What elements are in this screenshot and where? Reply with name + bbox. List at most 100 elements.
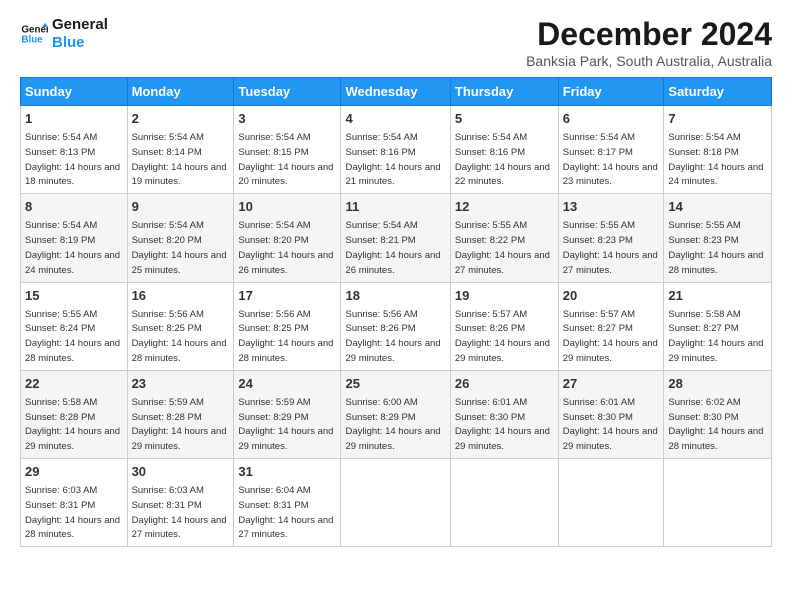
calendar-cell: 20 Sunrise: 5:57 AMSunset: 8:27 PMDayligh…	[558, 282, 664, 370]
calendar-cell: 3 Sunrise: 5:54 AMSunset: 8:15 PMDaylight…	[234, 106, 341, 194]
day-number: 23	[132, 375, 230, 393]
calendar-cell: 23 Sunrise: 5:59 AMSunset: 8:28 PMDayligh…	[127, 370, 234, 458]
day-detail: Sunrise: 5:55 AMSunset: 8:24 PMDaylight:…	[25, 309, 120, 364]
calendar-cell: 4 Sunrise: 5:54 AMSunset: 8:16 PMDaylight…	[341, 106, 450, 194]
calendar-cell	[664, 459, 772, 547]
day-number: 14	[668, 198, 767, 216]
calendar-cell: 13 Sunrise: 5:55 AMSunset: 8:23 PMDayligh…	[558, 194, 664, 282]
day-number: 12	[455, 198, 554, 216]
calendar-cell: 9Sunrise: 5:54 AMSunset: 8:20 PMDaylight…	[127, 194, 234, 282]
day-number: 31	[238, 463, 336, 481]
day-number: 26	[455, 375, 554, 393]
calendar-cell: 15 Sunrise: 5:55 AMSunset: 8:24 PMDayligh…	[21, 282, 128, 370]
calendar-cell: 14 Sunrise: 5:55 AMSunset: 8:23 PMDayligh…	[664, 194, 772, 282]
day-detail: Sunrise: 5:54 AMSunset: 8:15 PMDaylight:…	[238, 132, 333, 187]
calendar-cell: 27 Sunrise: 6:01 AMSunset: 8:30 PMDayligh…	[558, 370, 664, 458]
day-number: 5	[455, 110, 554, 128]
month-title: December 2024	[526, 16, 772, 53]
day-detail: Sunrise: 5:54 AMSunset: 8:16 PMDaylight:…	[455, 132, 550, 187]
calendar-cell: 26Sunrise: 6:01 AMSunset: 8:30 PMDayligh…	[450, 370, 558, 458]
calendar-cell: 25Sunrise: 6:00 AMSunset: 8:29 PMDayligh…	[341, 370, 450, 458]
calendar-cell: 2Sunrise: 5:54 AMSunset: 8:14 PMDaylight…	[127, 106, 234, 194]
calendar-cell: 1 Sunrise: 5:54 AMSunset: 8:13 PMDaylight…	[21, 106, 128, 194]
day-number: 17	[238, 287, 336, 305]
location-title: Banksia Park, South Australia, Australia	[526, 53, 772, 69]
calendar-cell: 24 Sunrise: 5:59 AMSunset: 8:29 PMDayligh…	[234, 370, 341, 458]
calendar-cell: 7Sunrise: 5:54 AMSunset: 8:18 PMDaylight…	[664, 106, 772, 194]
calendar-cell: 31 Sunrise: 6:04 AMSunset: 8:31 PMDayligh…	[234, 459, 341, 547]
day-detail: Sunrise: 5:54 AMSunset: 8:14 PMDaylight:…	[132, 132, 227, 187]
calendar-cell: 5 Sunrise: 5:54 AMSunset: 8:16 PMDaylight…	[450, 106, 558, 194]
day-detail: Sunrise: 5:54 AMSunset: 8:21 PMDaylight:…	[345, 220, 440, 275]
day-number: 16	[132, 287, 230, 305]
day-detail: Sunrise: 5:54 AMSunset: 8:17 PMDaylight:…	[563, 132, 658, 187]
day-detail: Sunrise: 5:59 AMSunset: 8:29 PMDaylight:…	[238, 397, 333, 452]
day-detail: Sunrise: 5:55 AMSunset: 8:22 PMDaylight:…	[455, 220, 550, 275]
day-number: 10	[238, 198, 336, 216]
calendar-cell	[341, 459, 450, 547]
logo-icon: General Blue	[20, 20, 48, 48]
day-detail: Sunrise: 6:01 AMSunset: 8:30 PMDaylight:…	[563, 397, 658, 452]
svg-text:Blue: Blue	[21, 34, 43, 45]
day-number: 19	[455, 287, 554, 305]
day-detail: Sunrise: 6:03 AMSunset: 8:31 PMDaylight:…	[132, 485, 227, 540]
logo-blue: Blue	[52, 34, 108, 52]
day-number: 28	[668, 375, 767, 393]
day-detail: Sunrise: 5:58 AMSunset: 8:28 PMDaylight:…	[25, 397, 120, 452]
day-number: 11	[345, 198, 445, 216]
day-number: 8	[25, 198, 123, 216]
day-number: 21	[668, 287, 767, 305]
header: General Blue General Blue December 2024 …	[20, 16, 772, 69]
day-detail: Sunrise: 5:55 AMSunset: 8:23 PMDaylight:…	[668, 220, 763, 275]
day-detail: Sunrise: 6:00 AMSunset: 8:29 PMDaylight:…	[345, 397, 440, 452]
calendar-header-row: SundayMondayTuesdayWednesdayThursdayFrid…	[21, 78, 772, 106]
day-number: 20	[563, 287, 660, 305]
calendar-cell	[450, 459, 558, 547]
calendar-cell: 21 Sunrise: 5:58 AMSunset: 8:27 PMDayligh…	[664, 282, 772, 370]
day-number: 4	[345, 110, 445, 128]
day-number: 3	[238, 110, 336, 128]
day-detail: Sunrise: 6:02 AMSunset: 8:30 PMDaylight:…	[668, 397, 763, 452]
calendar-week-5: 29 Sunrise: 6:03 AMSunset: 8:31 PMDayligh…	[21, 459, 772, 547]
day-detail: Sunrise: 5:54 AMSunset: 8:19 PMDaylight:…	[25, 220, 120, 275]
day-detail: Sunrise: 5:58 AMSunset: 8:27 PMDaylight:…	[668, 309, 763, 364]
calendar-week-2: 8 Sunrise: 5:54 AMSunset: 8:19 PMDaylight…	[21, 194, 772, 282]
day-detail: Sunrise: 5:57 AMSunset: 8:27 PMDaylight:…	[563, 309, 658, 364]
day-detail: Sunrise: 5:54 AMSunset: 8:16 PMDaylight:…	[345, 132, 440, 187]
day-detail: Sunrise: 5:54 AMSunset: 8:18 PMDaylight:…	[668, 132, 763, 187]
day-number: 24	[238, 375, 336, 393]
day-detail: Sunrise: 6:04 AMSunset: 8:31 PMDaylight:…	[238, 485, 333, 540]
calendar-cell: 22 Sunrise: 5:58 AMSunset: 8:28 PMDayligh…	[21, 370, 128, 458]
header-saturday: Saturday	[664, 78, 772, 106]
header-friday: Friday	[558, 78, 664, 106]
day-number: 1	[25, 110, 123, 128]
day-detail: Sunrise: 5:55 AMSunset: 8:23 PMDaylight:…	[563, 220, 658, 275]
day-detail: Sunrise: 5:54 AMSunset: 8:13 PMDaylight:…	[25, 132, 120, 187]
calendar-cell: 16 Sunrise: 5:56 AMSunset: 8:25 PMDayligh…	[127, 282, 234, 370]
day-number: 15	[25, 287, 123, 305]
header-wednesday: Wednesday	[341, 78, 450, 106]
logo: General Blue General Blue	[20, 16, 108, 52]
calendar-week-4: 22 Sunrise: 5:58 AMSunset: 8:28 PMDayligh…	[21, 370, 772, 458]
calendar-cell	[558, 459, 664, 547]
day-detail: Sunrise: 5:59 AMSunset: 8:28 PMDaylight:…	[132, 397, 227, 452]
day-number: 6	[563, 110, 660, 128]
calendar-cell: 29Sunrise: 6:03 AMSunset: 8:31 PMDayligh…	[21, 459, 128, 547]
calendar-cell: 17Sunrise: 5:56 AMSunset: 8:25 PMDayligh…	[234, 282, 341, 370]
day-number: 27	[563, 375, 660, 393]
calendar-cell: 6 Sunrise: 5:54 AMSunset: 8:17 PMDaylight…	[558, 106, 664, 194]
header-thursday: Thursday	[450, 78, 558, 106]
day-number: 22	[25, 375, 123, 393]
day-detail: Sunrise: 5:56 AMSunset: 8:25 PMDaylight:…	[132, 309, 227, 364]
day-number: 29	[25, 463, 123, 481]
day-number: 9	[132, 198, 230, 216]
calendar-cell: 11 Sunrise: 5:54 AMSunset: 8:21 PMDayligh…	[341, 194, 450, 282]
day-number: 18	[345, 287, 445, 305]
calendar-cell: 19Sunrise: 5:57 AMSunset: 8:26 PMDayligh…	[450, 282, 558, 370]
day-detail: Sunrise: 5:54 AMSunset: 8:20 PMDaylight:…	[238, 220, 333, 275]
calendar-cell: 8 Sunrise: 5:54 AMSunset: 8:19 PMDaylight…	[21, 194, 128, 282]
day-number: 13	[563, 198, 660, 216]
day-number: 30	[132, 463, 230, 481]
logo-general: General	[52, 16, 108, 34]
calendar-week-1: 1 Sunrise: 5:54 AMSunset: 8:13 PMDaylight…	[21, 106, 772, 194]
